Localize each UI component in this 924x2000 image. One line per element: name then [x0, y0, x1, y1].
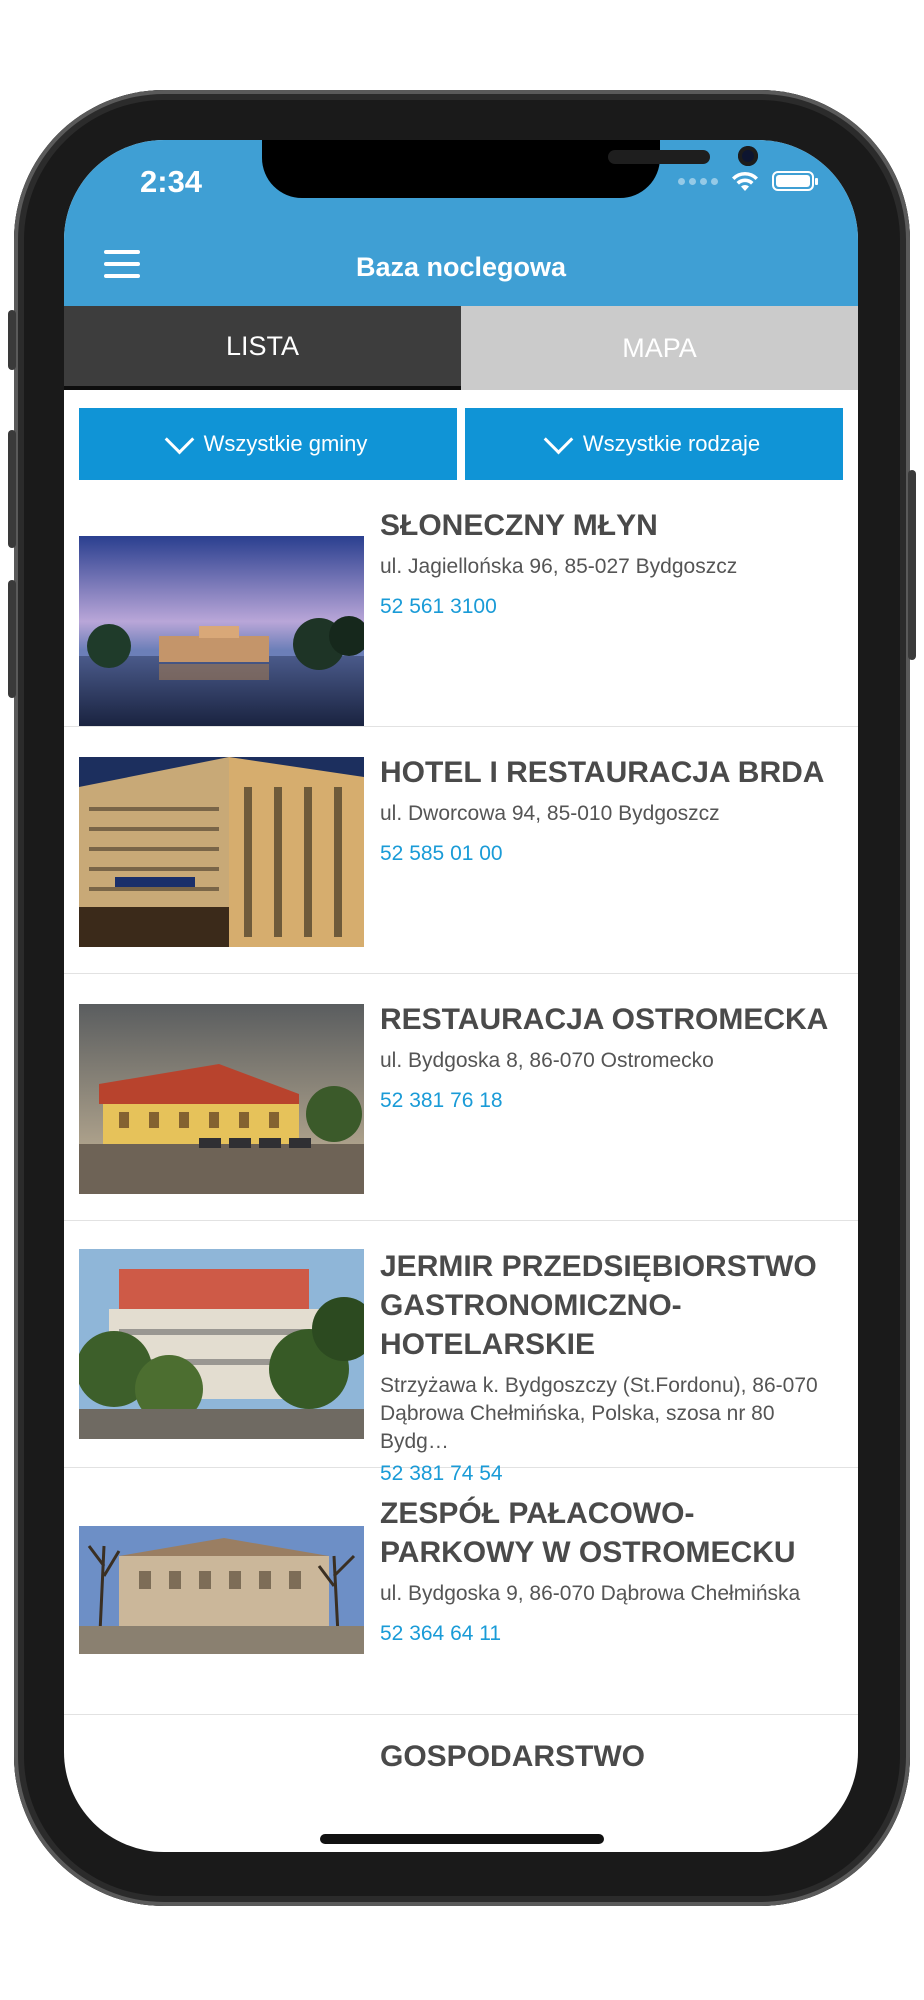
list-item[interactable]: JERMIR PRZEDSIĘBIORSTWO GASTRONOMICZNO-H… [64, 1221, 858, 1485]
item-name: HOTEL I RESTAURACJA BRDA [380, 756, 825, 789]
item-name: ZESPÓŁ PAŁACOWO-PARKOWY W OSTROMECKU [380, 1497, 796, 1569]
status-icons [678, 170, 818, 192]
wifi-icon [732, 171, 758, 191]
side-button [908, 470, 916, 660]
thumbnail-image [79, 1004, 364, 1194]
item-address: Strzyżawa k. Bydgoszczy (St.Fordonu), 86… [380, 1374, 818, 1453]
battery-icon [772, 171, 818, 191]
item-info: ZESPÓŁ PAŁACOWO-PARKOWY W OSTROMECKU ul.… [380, 1494, 840, 1646]
chevron-down-icon [164, 424, 194, 454]
filter-bar: Wszystkie gminy Wszystkie rodzaje [79, 408, 843, 480]
tab-mapa[interactable]: MAPA [461, 306, 858, 390]
thumbnail-image [79, 757, 364, 947]
front-camera [738, 146, 758, 166]
volume-down-button [8, 580, 16, 698]
thumbnail-image [79, 536, 364, 726]
item-address: ul. Jagiellońska 96, 85-027 Bydgoszcz [380, 555, 738, 578]
thumbnail-image [79, 1249, 364, 1439]
tab-bar: LISTA MAPA [64, 306, 858, 390]
item-address: ul. Dworcowa 94, 85-010 Bydgoszcz [380, 802, 720, 825]
type-filter-label: Wszystkie rodzaje [582, 431, 761, 456]
municipality-filter-label: Wszystkie gminy [203, 431, 368, 456]
item-phone-link[interactable]: 52 381 76 18 [380, 1089, 840, 1113]
page-title: Baza noclegowa [355, 252, 567, 282]
list-item-partial[interactable]: GOSPODARSTWO [380, 1740, 645, 1774]
thumbnail-image [79, 1526, 364, 1654]
item-phone-link[interactable]: 52 364 64 11 [380, 1622, 840, 1646]
speaker [608, 150, 710, 164]
list-item[interactable]: RESTAURACJA OSTROMECKA ul. Bydgoska 8, 8… [64, 974, 858, 1221]
chevron-down-icon [543, 424, 574, 454]
mute-switch [8, 310, 16, 370]
item-name: JERMIR PRZEDSIĘBIORSTWO GASTRONOMICZNO-H… [380, 1250, 817, 1361]
home-indicator[interactable] [320, 1834, 604, 1844]
item-info: HOTEL I RESTAURACJA BRDA ul. Dworcowa 94… [380, 753, 840, 866]
item-address: ul. Bydgoska 9, 86-070 Dąbrowa Chełmińsk… [380, 1582, 801, 1605]
item-phone-link[interactable]: 52 585 01 00 [380, 842, 840, 866]
signal-icon [678, 177, 718, 185]
municipality-filter-dropdown[interactable]: Wszystkie gminy [79, 408, 457, 480]
list-item[interactable]: SŁONECZNY MŁYN ul. Jagiellońska 96, 85-0… [64, 480, 858, 727]
item-name: RESTAURACJA OSTROMECKA [380, 1003, 829, 1036]
status-time: 2:34 [140, 164, 203, 199]
type-filter-dropdown[interactable]: Wszystkie rodzaje [465, 408, 843, 480]
item-info: RESTAURACJA OSTROMECKA ul. Bydgoska 8, 8… [380, 1000, 840, 1113]
accommodation-list: SŁONECZNY MŁYN ul. Jagiellońska 96, 85-0… [64, 480, 858, 1715]
volume-up-button [8, 430, 16, 548]
screen: 2:34 Baza noclegowa LISTA MAPA Wszystkie… [64, 140, 858, 1852]
item-info: JERMIR PRZEDSIĘBIORSTWO GASTRONOMICZNO-H… [380, 1247, 840, 1486]
tab-lista[interactable]: LISTA [64, 306, 461, 390]
notch [262, 140, 758, 198]
list-item[interactable]: ZESPÓŁ PAŁACOWO-PARKOWY W OSTROMECKU ul.… [64, 1468, 858, 1715]
list-item[interactable]: HOTEL I RESTAURACJA BRDA ul. Dworcowa 94… [64, 727, 858, 974]
item-phone-link[interactable]: 52 561 3100 [380, 595, 840, 619]
item-info: SŁONECZNY MŁYN ul. Jagiellońska 96, 85-0… [380, 506, 840, 619]
item-address: ul. Bydgoska 8, 86-070 Ostromecko [380, 1049, 714, 1072]
item-name: SŁONECZNY MŁYN [380, 509, 658, 542]
